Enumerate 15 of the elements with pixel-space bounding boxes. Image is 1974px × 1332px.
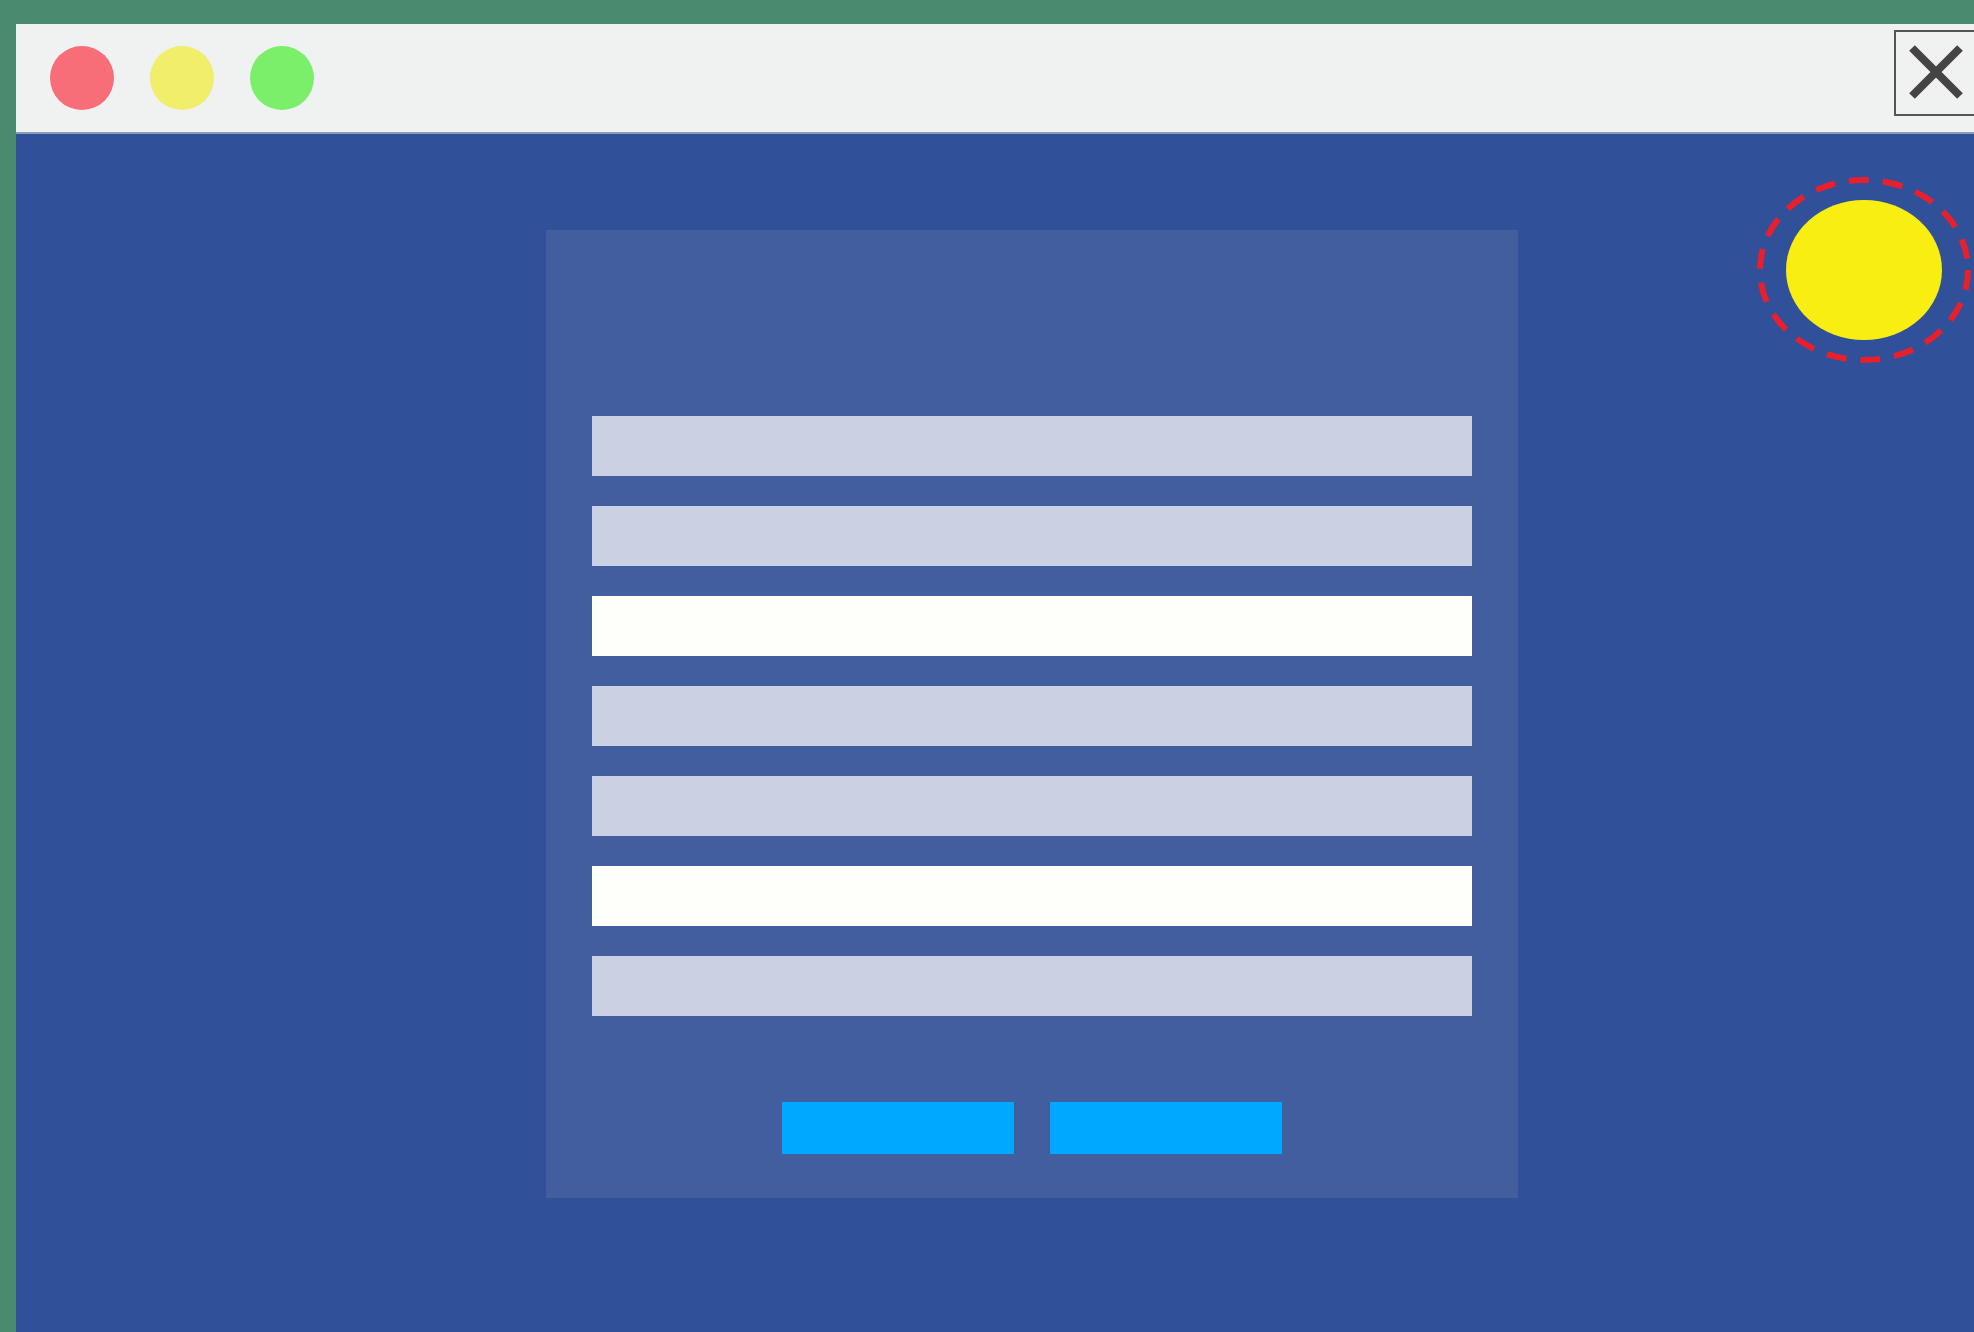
input-field[interactable] [592,596,1472,656]
window-control-button[interactable] [50,46,114,110]
window-control-button[interactable] [150,46,214,110]
form-button[interactable] [782,1102,1014,1154]
sun-icon [1754,174,1974,366]
input-field[interactable] [592,686,1472,746]
input-field[interactable] [592,506,1472,566]
close-button[interactable] [1894,29,1974,115]
window-control-button[interactable] [250,46,314,110]
form-button[interactable] [1050,1102,1282,1154]
input-field[interactable] [592,866,1472,926]
input-field[interactable] [592,776,1472,836]
input-field[interactable] [592,416,1472,476]
input-field[interactable] [592,956,1472,1016]
close-icon [1905,42,1965,102]
